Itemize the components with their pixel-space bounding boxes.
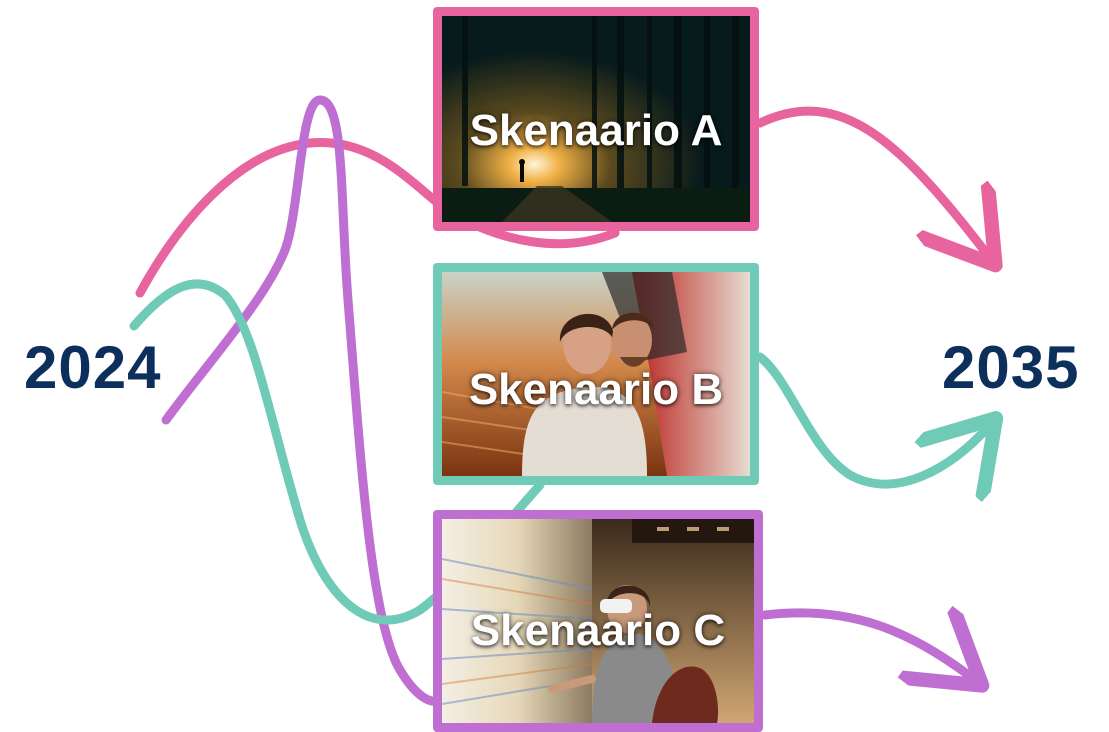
- path-from-scenario-a: [755, 106, 990, 258]
- path-from-scenario-c: [760, 613, 975, 680]
- scenario-c-card: Skenaario C: [433, 510, 763, 732]
- scenario-a-card: Skenaario A: [433, 7, 759, 231]
- end-year-label: 2035: [942, 334, 1080, 401]
- scenario-b-card: Skenaario B: [433, 263, 759, 485]
- start-year-label: 2024: [24, 334, 162, 401]
- scenario-a-label: Skenaario A: [469, 106, 723, 155]
- scenario-b-label: Skenaario B: [468, 365, 724, 414]
- path-to-scenario-c: [161, 95, 445, 706]
- scenario-c-label: Skenaario C: [470, 606, 726, 655]
- scenario-diagram: 2024 2035 Skenaario A Skenaario B Skenaa…: [0, 0, 1109, 732]
